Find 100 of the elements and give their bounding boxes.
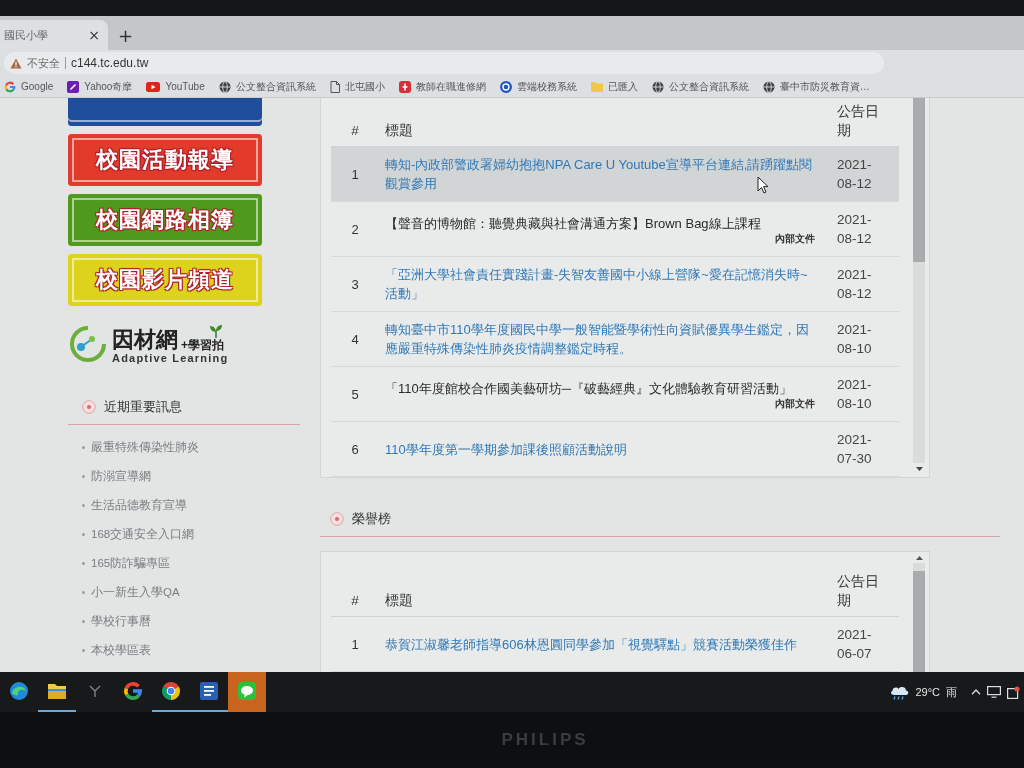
bookmark-item[interactable]: 公文整合資訊系統: [651, 79, 749, 94]
browser-tab[interactable]: 國民小學 ×: [0, 20, 108, 50]
news-link[interactable]: 小一新生入學QA: [82, 578, 300, 607]
logo-tagline: +學習拍: [181, 338, 224, 352]
page-icon: [329, 80, 340, 93]
bullet-icon: [82, 504, 85, 507]
bullet-icon: [82, 591, 85, 594]
row-number: 2: [351, 221, 359, 237]
warning-icon: [10, 57, 22, 69]
weather-temperature: 29°C: [915, 686, 940, 698]
tile-logo-icon: [398, 80, 411, 93]
ring-icon: [82, 400, 96, 414]
banner-link[interactable]: [68, 98, 262, 126]
sprout-icon: [208, 324, 224, 338]
bullet-icon: [82, 649, 85, 652]
announcement-link[interactable]: 轉知-內政部警政署婦幼抱抱NPA Care U Youtube宣導平台連結,請踴躍點閱觀賞參用: [385, 155, 815, 193]
globe-icon: [762, 80, 775, 93]
announcement-link[interactable]: 【聲音的博物館：聽覺典藏與社會溝通方案】Brown Bag線上課程: [385, 213, 815, 233]
date-cell-text: 2021-08-10: [837, 376, 873, 413]
bookmark-item[interactable]: 北屯國小: [329, 79, 385, 94]
announcement-link[interactable]: 「亞洲大學社會責任實踐計畫-失智友善國中小線上營隊~愛在記憶消失時~活動」: [385, 265, 815, 303]
row-number: 3: [351, 276, 359, 292]
globe-icon: [651, 80, 664, 93]
weather-condition: 雨: [946, 684, 957, 700]
security-label: 不安全: [27, 55, 60, 71]
globe-icon: [218, 80, 231, 93]
news-link[interactable]: 165防詐騙專區: [82, 549, 300, 578]
logo-title: 因材網: [112, 328, 178, 352]
news-link[interactable]: 防溺宣導網: [82, 462, 300, 491]
play-button-icon: [146, 81, 161, 92]
date-cell-text: 2021-08-12: [837, 211, 873, 248]
bookmark-item[interactable]: 教師在職進修網: [398, 79, 486, 94]
news-link[interactable]: 本校學區表: [82, 636, 300, 665]
date-cell-text: 2021-07-30: [837, 431, 873, 468]
rain-cloud-icon: [889, 684, 910, 700]
tab-title: 國民小學: [4, 27, 48, 43]
section-title: 近期重要訊息: [104, 398, 182, 416]
bullet-icon: [82, 446, 85, 449]
announcement-link[interactable]: 「110年度館校合作國美藝研坊─『破藝經典』文化體驗教育研習活動」: [385, 378, 815, 398]
banner-link[interactable]: 校園活動報導: [68, 134, 262, 186]
chrome-icon: [161, 681, 181, 701]
bookmark-item[interactable]: Google: [4, 80, 54, 93]
screen-icon: [987, 686, 1001, 698]
row-number: 5: [351, 386, 359, 402]
announcement-link[interactable]: 轉知臺中市110學年度國民中學一般智能暨學術性向資賦優異學生鑑定，因應嚴重特殊傳染性肺炎疫情調整鑑定時程。: [385, 320, 815, 358]
column-header: 公告日期: [837, 573, 880, 610]
date-cell-text: 2021-08-10: [837, 321, 873, 358]
news-link[interactable]: 學校行事曆: [82, 607, 300, 636]
scroll-up-icon: [915, 556, 923, 560]
chat-bubble-icon: [237, 681, 257, 701]
bookmark-item[interactable]: 雲端校務系統: [499, 79, 577, 94]
alert-square-icon: [1007, 685, 1020, 699]
ring-icon: [330, 512, 344, 526]
news-link[interactable]: 嚴重特殊傳染性肺炎: [82, 433, 300, 462]
news-link[interactable]: 生活品德教育宣導: [82, 491, 300, 520]
ring-logo-icon: [68, 324, 108, 364]
url-text: c144.tc.edu.tw: [71, 56, 149, 70]
date-cell-text: 2021-06-07: [837, 626, 873, 663]
document-icon: [199, 681, 219, 701]
bullet-icon: [82, 620, 85, 623]
date-cell-text: 2021-08-12: [837, 266, 873, 303]
bookmark-item[interactable]: 公文整合資訊系統: [218, 79, 316, 94]
column-header: #: [351, 592, 359, 610]
fork-icon: [88, 684, 102, 698]
scrollbar-track[interactable]: [913, 98, 925, 463]
logo-subtitle: Adaptive Learning: [112, 352, 229, 364]
bookmark-item[interactable]: 已匯入: [590, 79, 638, 94]
address-bar[interactable]: 不安全 c144.tc.edu.tw: [4, 52, 884, 74]
section-title: 榮譽榜: [352, 510, 391, 528]
cursor-icon: [757, 176, 769, 194]
g-logo-icon: [4, 80, 16, 93]
column-header: 標題: [384, 592, 414, 610]
square-logo-icon: [67, 80, 80, 93]
scroll-down-icon: [915, 467, 923, 471]
close-tab-button[interactable]: ×: [88, 27, 100, 43]
bullet-icon: [82, 562, 85, 565]
bullet-icon: [82, 475, 85, 478]
honor-link[interactable]: 恭賀江淑馨老師指導606林恩圓同學參加「視覺驛點」競賽活動榮獲佳作: [385, 634, 815, 654]
scrollbar-thumb[interactable]: [913, 98, 925, 263]
news-link[interactable]: 168交通安全入口網: [82, 520, 300, 549]
swirl-icon: [9, 681, 29, 701]
folder-icon: [47, 682, 67, 700]
folder-icon: [590, 81, 603, 92]
column-header: 標題: [384, 122, 414, 140]
banner-link[interactable]: 校園網路相簿: [68, 194, 262, 246]
announcement-link[interactable]: 110學年度第一學期參加課後照顧活動說明: [385, 439, 815, 459]
document-tag: 內部文件: [775, 397, 815, 410]
bookmark-item[interactable]: 臺中市防災教育資…: [762, 79, 870, 94]
new-tab-button[interactable]: +: [118, 24, 134, 46]
row-number: 1: [351, 636, 359, 652]
date-cell-text: 2021-08-12: [837, 156, 873, 193]
circle-logo-icon: [499, 80, 512, 93]
column-header: 公告日期: [837, 103, 880, 140]
bookmark-item[interactable]: YouTube: [146, 81, 205, 92]
row-number: 1: [351, 166, 359, 182]
document-tag: 內部文件: [775, 232, 815, 245]
g-logo-icon: [123, 681, 143, 701]
column-header: #: [351, 122, 359, 140]
chevron-up-icon: [971, 689, 981, 695]
bookmark-item[interactable]: Yahoo奇摩: [67, 79, 133, 94]
